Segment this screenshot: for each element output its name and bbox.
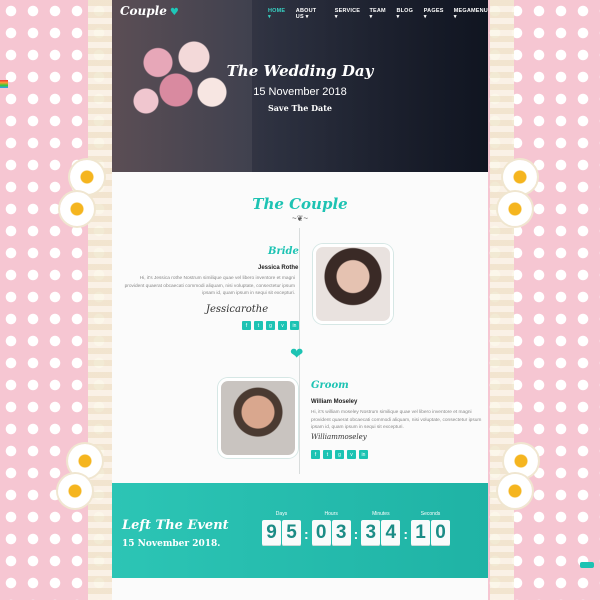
bride-name: Jessica Rothe: [258, 265, 299, 271]
daisy-decoration: [498, 192, 532, 226]
groom-photo: [218, 378, 298, 458]
seconds-label: Seconds: [420, 511, 441, 517]
linkedin-icon[interactable]: in: [359, 450, 368, 459]
main-menu: HOME ▾ ABOUT US ▾ SERVICE ▾ TEAM ▾ BLOG …: [268, 8, 488, 20]
digit: 3: [331, 520, 351, 546]
facebook-icon[interactable]: f: [311, 450, 320, 459]
separator: :: [403, 526, 409, 542]
daisy-decoration: [503, 160, 537, 194]
countdown-timer: Days 9 5 : Hours 0 3 : Minutes 3 4: Sec…: [262, 511, 451, 546]
groom-role: Groom: [311, 380, 349, 391]
daisy-decoration: [58, 474, 92, 508]
heart-icon: ❤: [290, 346, 304, 363]
facebook-icon[interactable]: f: [242, 321, 251, 330]
nav-home[interactable]: HOME ▾: [268, 8, 287, 20]
bride-description: Hi, it's Jessica rothe Nostrum similique…: [124, 276, 295, 296]
daisy-decoration: [68, 444, 102, 478]
nav-about-us[interactable]: ABOUT US ▾: [296, 8, 326, 20]
lace-border-left: [88, 0, 112, 600]
countdown-date: 15 November 2018.: [122, 539, 221, 549]
hero-title: The Wedding Day: [226, 62, 374, 80]
digit: 5: [282, 520, 301, 546]
heart-footprints-icon: ♥: [169, 7, 179, 18]
countdown-days: Days 9 5: [262, 511, 301, 546]
digit: 9: [262, 520, 281, 546]
google-plus-icon[interactable]: g: [266, 321, 275, 330]
ornament-divider-icon: ~❦~: [291, 214, 309, 223]
groom-signature: Williammoseley: [311, 433, 367, 441]
vimeo-icon[interactable]: v: [347, 450, 356, 459]
brand-logo[interactable]: Couple ♥: [120, 4, 179, 18]
brand-name: Couple: [120, 4, 167, 18]
digit: 3: [361, 520, 381, 546]
color-palette-icon[interactable]: [0, 80, 8, 88]
groom-description: Hi, it's william moseley Nostrum similiq…: [311, 410, 482, 430]
twitter-icon[interactable]: t: [323, 450, 332, 459]
groom-name: William Moseley: [311, 399, 358, 405]
linkedin-icon[interactable]: in: [290, 321, 299, 330]
hero-date: 15 November 2018: [253, 86, 347, 98]
groom-social-links: f t g v in: [311, 450, 368, 459]
nav-blog[interactable]: BLOG ▾: [396, 8, 414, 20]
bride-signature: Jessicarothe: [206, 304, 269, 315]
minutes-label: Minutes: [372, 511, 390, 517]
nav-megamenu[interactable]: MEGAMENU ▾: [454, 8, 488, 20]
digit: 4: [381, 520, 401, 546]
nav-team[interactable]: TEAM ▾: [369, 8, 387, 20]
digit: 0: [311, 520, 331, 546]
countdown-hours: Hours 0 3: [311, 511, 351, 546]
days-label: Days: [275, 511, 288, 517]
daisy-decoration: [498, 474, 532, 508]
save-the-date-link[interactable]: Save The Date: [112, 103, 488, 113]
hero-section: Couple ♥ HOME ▾ ABOUT US ▾ SERVICE ▾ TEAM…: [112, 0, 488, 172]
nav-pages[interactable]: PAGES ▾: [424, 8, 445, 20]
daisy-decoration: [504, 444, 538, 478]
countdown-minutes: Minutes 3 4: [361, 511, 401, 546]
countdown-title: Left The Event: [122, 518, 229, 533]
twitter-icon[interactable]: t: [254, 321, 263, 330]
page-container: Couple ♥ HOME ▾ ABOUT US ▾ SERVICE ▾ TEAM…: [112, 0, 488, 600]
google-plus-icon[interactable]: g: [335, 450, 344, 459]
bride-role: Bride: [268, 246, 299, 257]
digit: 0: [431, 520, 451, 546]
countdown-section: Left The Event 15 November 2018. Days 9 …: [112, 483, 488, 578]
separator: :: [304, 526, 309, 542]
nav-service[interactable]: SERVICE ▾: [335, 8, 361, 20]
bride-social-links: f t g v in: [242, 321, 299, 330]
countdown-seconds: Seconds 1 0: [411, 511, 451, 546]
lace-border-right: [490, 0, 514, 600]
separator: :: [353, 526, 359, 542]
digit: 1: [411, 520, 431, 546]
vimeo-icon[interactable]: v: [278, 321, 287, 330]
bride-photo: [313, 244, 393, 324]
couple-section-title: The Couple: [252, 195, 348, 213]
daisy-decoration: [60, 192, 94, 226]
scroll-to-top-button[interactable]: [580, 562, 594, 568]
hours-label: Hours: [324, 511, 338, 517]
daisy-decoration: [70, 160, 104, 194]
